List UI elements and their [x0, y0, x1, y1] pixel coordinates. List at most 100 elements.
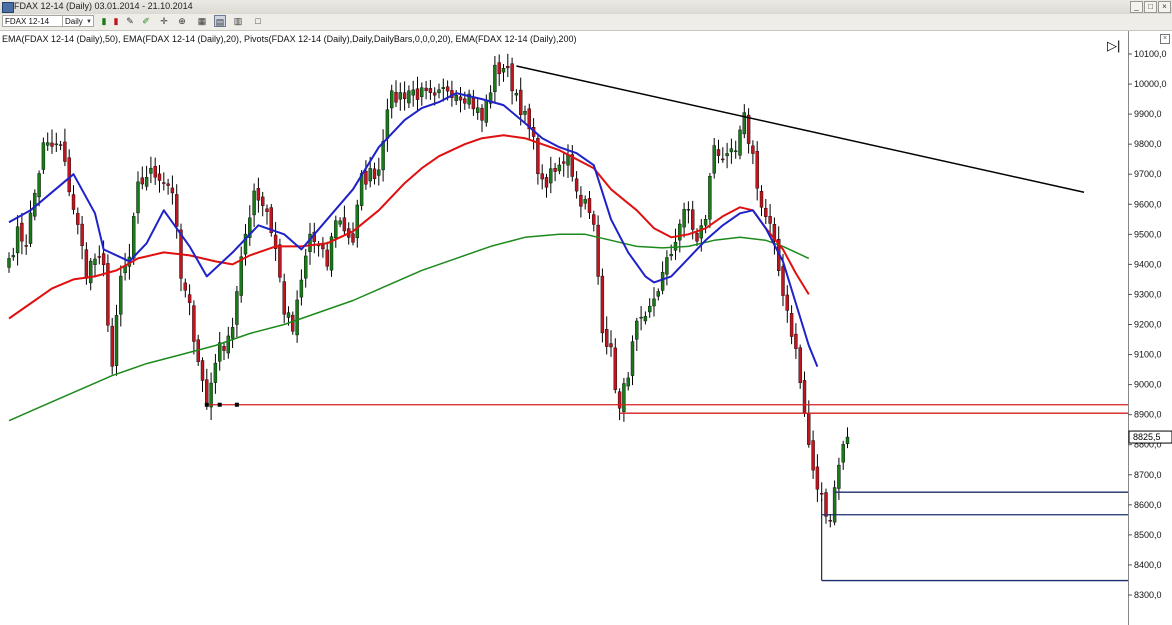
- pivot-marker: [205, 403, 209, 407]
- candle-body: [287, 313, 290, 318]
- chart-canvas[interactable]: 10100,010000,09900,09800,09700,09600,095…: [0, 31, 1172, 625]
- candle-body: [390, 91, 393, 108]
- candle-body: [708, 176, 711, 219]
- candle-body: [175, 194, 178, 226]
- grid-icon[interactable]: ▦: [196, 15, 208, 27]
- candlestick-icon[interactable]: ▮: [110, 15, 122, 27]
- candle-body: [816, 467, 819, 489]
- candle-body: [502, 68, 505, 72]
- candle-body: [81, 224, 84, 246]
- candle-body: [751, 146, 754, 154]
- close-button[interactable]: ×: [1158, 1, 1171, 13]
- candle-body: [291, 315, 294, 331]
- candle-body: [717, 149, 720, 155]
- window-title: FDAX 12-14 (Daily) 03.01.2014 - 21.10.20…: [14, 1, 193, 11]
- candle-body: [192, 306, 195, 342]
- candle-body: [266, 209, 269, 212]
- candle-body: [756, 151, 759, 188]
- candle-body: [102, 254, 105, 265]
- candle-body: [442, 87, 445, 88]
- crosshair-icon[interactable]: ✛: [158, 15, 170, 27]
- candle-body: [382, 141, 385, 170]
- data-box-icon[interactable]: ▤: [214, 15, 226, 27]
- candle-body: [55, 144, 58, 145]
- properties-icon[interactable]: ▥: [232, 15, 244, 27]
- candle-body: [240, 257, 243, 296]
- candle-body: [481, 108, 484, 120]
- candle-body: [51, 143, 54, 146]
- candle-body: [786, 295, 789, 310]
- candle-body: [472, 98, 475, 109]
- candle-body: [653, 299, 656, 306]
- candle-body: [38, 174, 41, 197]
- close-panel-icon[interactable]: ×: [1160, 34, 1170, 44]
- candle-body: [665, 257, 668, 274]
- candle-body: [283, 282, 286, 315]
- bar-chart-icon[interactable]: ▮: [98, 15, 110, 27]
- price-chart[interactable]: 10100,010000,09900,09800,09700,09600,095…: [0, 31, 1172, 625]
- candle-body: [154, 166, 157, 177]
- candle-body: [85, 250, 88, 279]
- y-tick-label: 9500,0: [1134, 229, 1162, 239]
- candle-body: [438, 90, 441, 93]
- candle-body: [605, 329, 608, 346]
- candle-body: [631, 342, 634, 376]
- zoom-icon[interactable]: ⊕: [176, 15, 188, 27]
- candle-body: [739, 130, 742, 155]
- candle-body: [519, 90, 522, 115]
- candle-body: [205, 380, 208, 406]
- candle-body: [364, 171, 367, 184]
- candle-body: [610, 344, 613, 347]
- candle-body: [485, 101, 488, 123]
- candle-body: [545, 177, 548, 187]
- candle-body: [648, 306, 651, 312]
- candle-body: [42, 143, 45, 170]
- candle-body: [726, 153, 729, 155]
- candle-body: [8, 258, 11, 267]
- candle-body: [790, 313, 793, 336]
- title-bar: FDAX 12-14 (Daily) 03.01.2014 - 21.10.20…: [0, 0, 1172, 15]
- candle-body: [687, 209, 690, 210]
- candle-body: [399, 92, 402, 99]
- candle-body: [223, 346, 226, 350]
- candle-body: [803, 380, 806, 413]
- scroll-to-end-icon[interactable]: ▷|: [1107, 38, 1120, 54]
- candle-body: [296, 300, 299, 335]
- candle-body: [575, 179, 578, 191]
- candle-body: [597, 225, 600, 276]
- candle-body: [825, 493, 828, 517]
- drawing-tools-icon[interactable]: ✐: [140, 15, 152, 27]
- candle-body: [807, 413, 810, 445]
- candle-body: [420, 88, 423, 97]
- pencil-icon[interactable]: ✎: [124, 15, 136, 27]
- candle-body: [210, 383, 213, 407]
- candle-body: [433, 93, 436, 95]
- y-tick-label: 9400,0: [1134, 259, 1162, 269]
- y-tick-label: 8300,0: [1134, 590, 1162, 600]
- candle-body: [614, 348, 617, 390]
- chart-toolbar: FDAX 12-14▼ Daily▼ ▮ ▮ ✎ ✐ ✛ ⊕ ▦ ▤ ▥ □: [0, 14, 1172, 31]
- candle-body: [622, 384, 625, 412]
- candle-body: [162, 183, 165, 184]
- pivot-marker: [235, 403, 239, 407]
- candle-body: [549, 169, 552, 183]
- y-tick-label: 10100,0: [1134, 49, 1167, 59]
- candle-body: [524, 111, 527, 114]
- candle-body: [670, 254, 673, 256]
- y-tick-label: 9000,0: [1134, 380, 1162, 390]
- y-tick-label: 10000,0: [1134, 79, 1167, 89]
- candle-body: [188, 295, 191, 303]
- indicator-legend: EMA(FDAX 12-14 (Daily),50), EMA(FDAX 12-…: [2, 34, 577, 44]
- period-selector[interactable]: Daily▼: [62, 15, 94, 27]
- candle-body: [386, 110, 389, 139]
- candle-body: [29, 213, 32, 244]
- minimize-button[interactable]: _: [1130, 1, 1143, 13]
- candle-body: [721, 159, 724, 160]
- y-tick-label: 9800,0: [1134, 139, 1162, 149]
- candle-body: [304, 256, 307, 278]
- maximize-button[interactable]: □: [1144, 1, 1157, 13]
- candle-body: [498, 63, 501, 74]
- candle-body: [829, 520, 832, 521]
- candle-body: [455, 95, 458, 101]
- new-window-icon[interactable]: □: [252, 15, 264, 27]
